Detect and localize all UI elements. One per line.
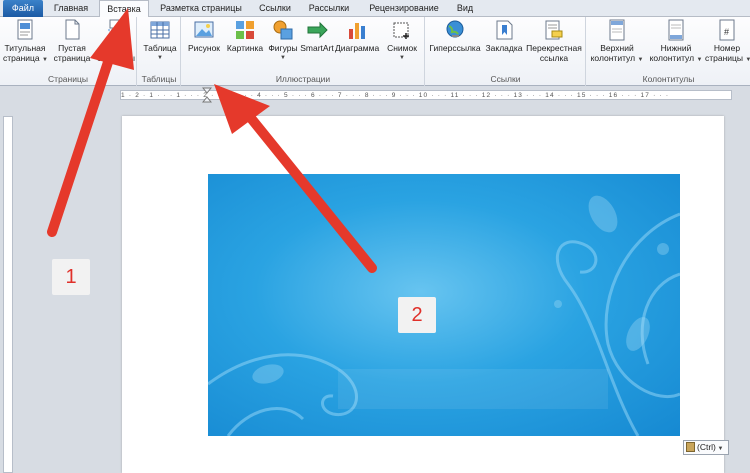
- cover-page-button[interactable]: Титульная страница ▼: [3, 19, 48, 65]
- group-pages: Титульная страница ▼ Пустая страница Раз…: [0, 17, 137, 86]
- svg-text:#: #: [724, 27, 729, 37]
- clipart-button[interactable]: Картинка: [225, 19, 265, 53]
- clipart-label: Картинка: [226, 43, 264, 53]
- screenshot-caret-icon: ▼: [399, 55, 405, 61]
- blank-page-icon: [61, 19, 83, 41]
- chart-icon: [346, 19, 368, 41]
- shapes-button[interactable]: Фигуры ▼: [267, 19, 299, 63]
- cross-reference-button[interactable]: Перекрестная ссылка: [525, 19, 583, 63]
- group-header-footer-label: Колонтитулы: [642, 74, 695, 84]
- footer-label-1: Нижний: [660, 43, 692, 53]
- chart-button[interactable]: Диаграмма: [335, 19, 379, 53]
- tab-mailings[interactable]: Рассылки: [304, 0, 354, 17]
- tab-page-layout[interactable]: Разметка страницы: [156, 0, 246, 17]
- shapes-icon: [272, 19, 294, 41]
- page-number-label-1: Номер: [713, 43, 741, 53]
- cover-page-label-2: страница ▼: [3, 53, 48, 63]
- table-label: Таблица: [143, 43, 177, 53]
- bookmark-button[interactable]: Закладка: [484, 19, 524, 53]
- table-icon: [149, 19, 171, 41]
- footer-icon: [665, 19, 687, 41]
- footer-label-2: колонтитул ▼: [649, 53, 703, 63]
- header-button[interactable]: Верхний колонтитул ▼: [589, 19, 645, 65]
- header-icon: [606, 19, 628, 41]
- page-number-label-2: страницы ▼: [705, 53, 750, 63]
- cross-reference-label-1: Перекрестная: [526, 43, 582, 53]
- page-break-label-1: Разрыв: [101, 43, 131, 53]
- callout-badge-1: 1: [52, 259, 90, 295]
- blank-page-button[interactable]: Пустая страница: [52, 19, 92, 63]
- cover-page-label-1: Титульная: [4, 43, 46, 53]
- inserted-picture[interactable]: [208, 174, 680, 436]
- tab-references[interactable]: Ссылки: [254, 0, 296, 17]
- picture-label: Рисунок: [187, 43, 221, 53]
- page-break-button[interactable]: Разрыв страницы: [96, 19, 136, 63]
- indent-marker-icon[interactable]: [202, 87, 212, 103]
- picture-button[interactable]: Рисунок: [185, 19, 223, 53]
- tab-insert[interactable]: Вставка: [99, 0, 149, 18]
- shapes-label: Фигуры: [268, 43, 298, 53]
- blank-page-label-1: Пустая: [58, 43, 86, 53]
- group-pages-label: Страницы: [48, 74, 88, 84]
- page-number-button[interactable]: # Номер страницы ▼: [705, 19, 750, 65]
- tab-home[interactable]: Главная: [50, 0, 92, 17]
- hyperlink-label: Гиперссылка: [429, 43, 481, 53]
- group-links: Гиперссылка Закладка Перекрестная ссылка…: [426, 17, 586, 86]
- paste-options-caret-icon: ▼: [715, 446, 724, 452]
- group-illustrations-label: Иллюстрации: [275, 74, 331, 84]
- tab-view[interactable]: Вид: [452, 0, 478, 17]
- cover-page-icon: [14, 19, 36, 41]
- clipboard-icon: [686, 442, 695, 452]
- table-button[interactable]: Таблица ▼: [141, 19, 179, 63]
- ruler-tick-labels: 1 · 2 · 1 · · · 1 · · · 2 · · · 3 · · · …: [121, 92, 670, 99]
- swirl-decoration-image: [208, 195, 680, 436]
- picture-icon: [193, 19, 215, 41]
- paste-options-button[interactable]: (Ctrl) ▼: [683, 440, 729, 455]
- smartart-icon: [306, 19, 328, 41]
- smartart-button[interactable]: SmartArt: [300, 19, 334, 53]
- vertical-ruler[interactable]: [3, 116, 13, 473]
- hyperlink-button[interactable]: Гиперссылка: [428, 19, 482, 53]
- screenshot-icon: [391, 19, 413, 41]
- paste-options-label: (Ctrl): [697, 442, 716, 452]
- header-label-2: колонтитул ▼: [590, 53, 644, 63]
- callout-badge-2: 2: [398, 297, 436, 333]
- tab-review[interactable]: Рецензирование: [363, 0, 445, 17]
- cross-reference-icon: [543, 19, 565, 41]
- tab-file[interactable]: Файл: [3, 0, 43, 17]
- group-tables: Таблица ▼ Таблицы: [138, 17, 181, 86]
- page-break-icon: [105, 19, 127, 41]
- horizontal-ruler[interactable]: 1 · 2 · 1 · · · 1 · · · 2 · · · 3 · · · …: [0, 87, 750, 103]
- page-break-label-2: страницы: [96, 53, 136, 63]
- page-number-icon: #: [716, 19, 738, 41]
- ribbon-insert: Титульная страница ▼ Пустая страница Раз…: [0, 17, 750, 86]
- clipart-icon: [234, 19, 256, 41]
- chart-label: Диаграмма: [335, 43, 380, 53]
- header-label-1: Верхний: [600, 43, 634, 53]
- ribbon-tab-bar: Файл Главная Вставка Разметка страницы С…: [0, 0, 750, 18]
- smartart-label: SmartArt: [300, 43, 334, 53]
- table-caret-icon: ▼: [157, 55, 163, 61]
- bookmark-icon: [493, 19, 515, 41]
- footer-button[interactable]: Нижний колонтитул ▼: [649, 19, 703, 65]
- bookmark-label: Закладка: [485, 43, 523, 53]
- shapes-caret-icon: ▼: [280, 55, 286, 61]
- group-header-footer: Верхний колонтитул ▼ Нижний колонтитул ▼…: [587, 17, 750, 86]
- screenshot-label: Снимок: [387, 43, 417, 53]
- cross-reference-label-2: ссылка: [539, 53, 569, 63]
- blank-page-label-2: страница: [53, 53, 91, 63]
- screenshot-button[interactable]: Снимок ▼: [382, 19, 422, 63]
- group-illustrations: Рисунок Картинка Фигуры ▼ SmartArt Диагр…: [182, 17, 425, 86]
- hyperlink-icon: [444, 19, 466, 41]
- group-tables-label: Таблицы: [141, 74, 177, 84]
- group-links-label: Ссылки: [490, 74, 521, 84]
